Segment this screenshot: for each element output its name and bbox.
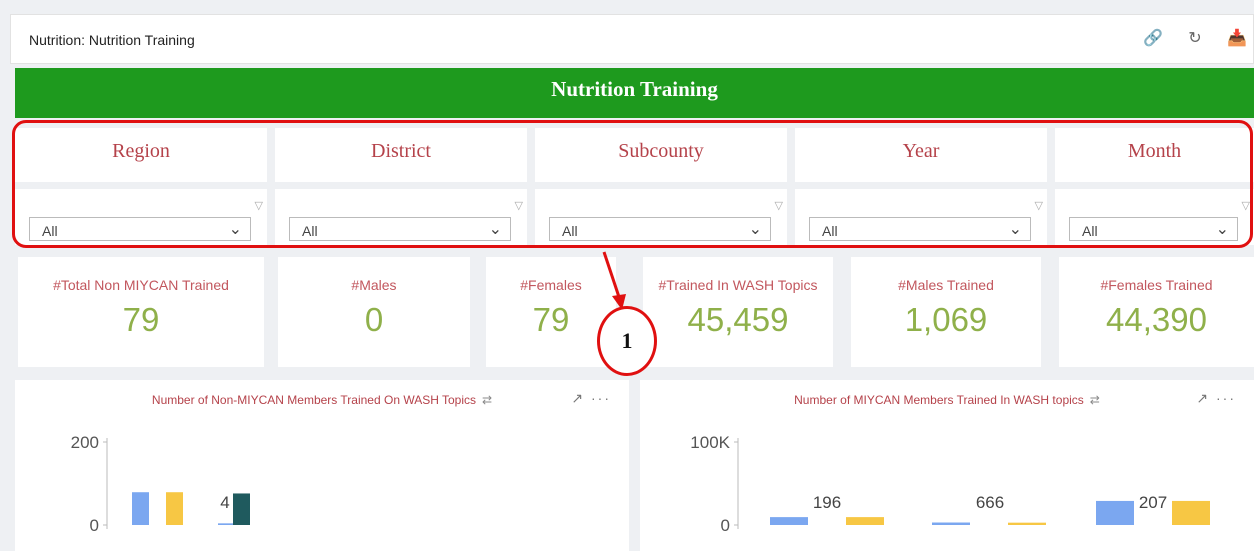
kpi-label: #Females Trained <box>1100 277 1213 293</box>
kpi-value: 0 <box>364 301 384 338</box>
dashboard-root: Nutrition: Nutrition Training 🔗 ↻ 📥 Nutr… <box>0 0 1254 551</box>
chart-svg: 0 200 4 <box>71 433 250 535</box>
kpi-value: 44,390 <box>1106 301 1207 338</box>
chart-panel-miycan: Number of MIYCAN Members Trained In WASH… <box>640 380 1254 551</box>
kpi-males: #Males 0 <box>278 257 470 367</box>
dashboard-title: Nutrition: Nutrition Training <box>29 32 195 48</box>
inbox-download-icon[interactable]: 📥 <box>1227 29 1247 49</box>
kpi-trained-wash: #Trained In WASH Topics 45,459 <box>643 257 833 367</box>
refresh-icon[interactable]: ↻ <box>1185 29 1205 49</box>
data-label: 207 <box>1139 493 1167 512</box>
bar[interactable] <box>1172 500 1210 525</box>
bar[interactable] <box>770 517 808 525</box>
bar[interactable] <box>1008 522 1046 525</box>
bar[interactable] <box>846 517 884 525</box>
page-banner: Nutrition Training <box>15 68 1254 118</box>
kpi-label: #Males <box>351 277 397 293</box>
bar[interactable] <box>166 492 183 525</box>
y-tick-label: 200 <box>71 433 99 452</box>
kpi-males-trained: #Males Trained 1,069 <box>851 257 1041 367</box>
kpi-females-trained: #Females Trained 44,390 <box>1059 257 1254 367</box>
data-label: 4 <box>220 493 229 512</box>
data-label: 666 <box>976 493 1004 512</box>
bar[interactable] <box>1096 500 1134 525</box>
bar[interactable] <box>132 492 149 525</box>
chart-svg: 0 100K 196 666 207 <box>690 433 1210 535</box>
kpi-label: #Total Non MIYCAN Trained <box>53 277 229 293</box>
kpi-label: #Trained In WASH Topics <box>658 277 818 293</box>
kpi-value: 79 <box>122 301 160 338</box>
y-tick-label: 100K <box>690 433 730 452</box>
header-icons: 🔗 ↻ 📥 <box>1143 29 1247 49</box>
link-icon[interactable]: 🔗 <box>1143 29 1163 49</box>
y-tick-label: 0 <box>721 516 730 535</box>
data-label: 196 <box>813 493 841 512</box>
kpi-value: 1,069 <box>904 301 988 338</box>
dashboard-header: Nutrition: Nutrition Training 🔗 ↻ 📥 <box>10 14 1254 64</box>
kpi-females: #Females 79 <box>486 257 616 367</box>
kpi-label: #Females <box>520 277 582 293</box>
kpi-total-non-miycan: #Total Non MIYCAN Trained 79 <box>18 257 264 367</box>
kpi-label: #Males Trained <box>898 277 994 293</box>
annotation-arrow <box>602 251 626 310</box>
filters-highlight-outline <box>12 120 1253 248</box>
bar[interactable] <box>932 522 970 525</box>
bar[interactable] <box>233 493 250 525</box>
annotation-callout: 1 <box>597 306 657 376</box>
y-tick-label: 0 <box>90 516 99 535</box>
kpi-value: 45,459 <box>687 301 789 338</box>
bar[interactable] <box>218 523 235 525</box>
chart-panel-non-miycan: Number of Non-MIYCAN Members Trained On … <box>15 380 629 551</box>
kpi-value: 79 <box>532 301 570 338</box>
